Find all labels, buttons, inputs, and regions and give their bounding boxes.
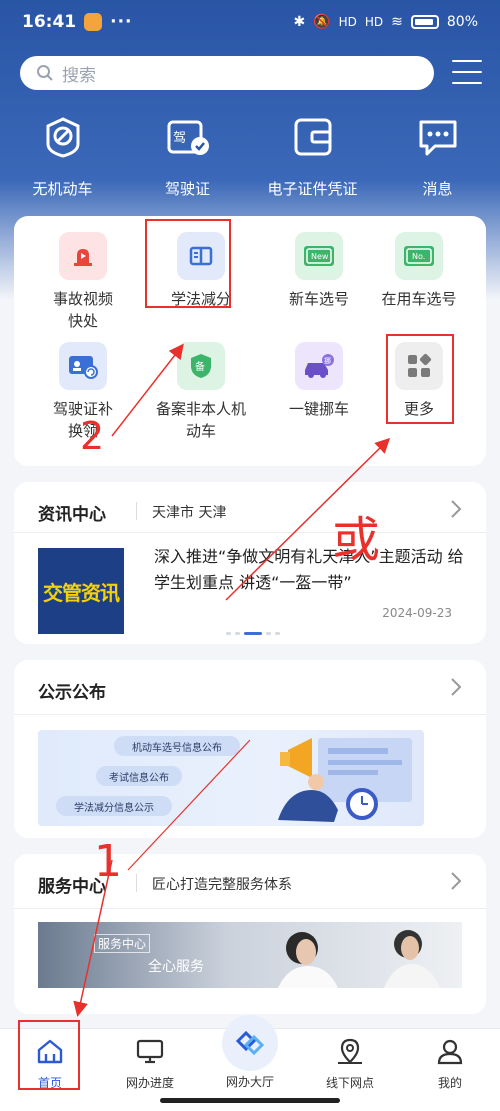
arrow-to-home (73, 859, 113, 1017)
arrow-connector (127, 739, 251, 871)
arrow-to-law-study (111, 343, 184, 437)
arrow-to-more (225, 437, 391, 601)
annotation-arrows (73, 343, 391, 1017)
